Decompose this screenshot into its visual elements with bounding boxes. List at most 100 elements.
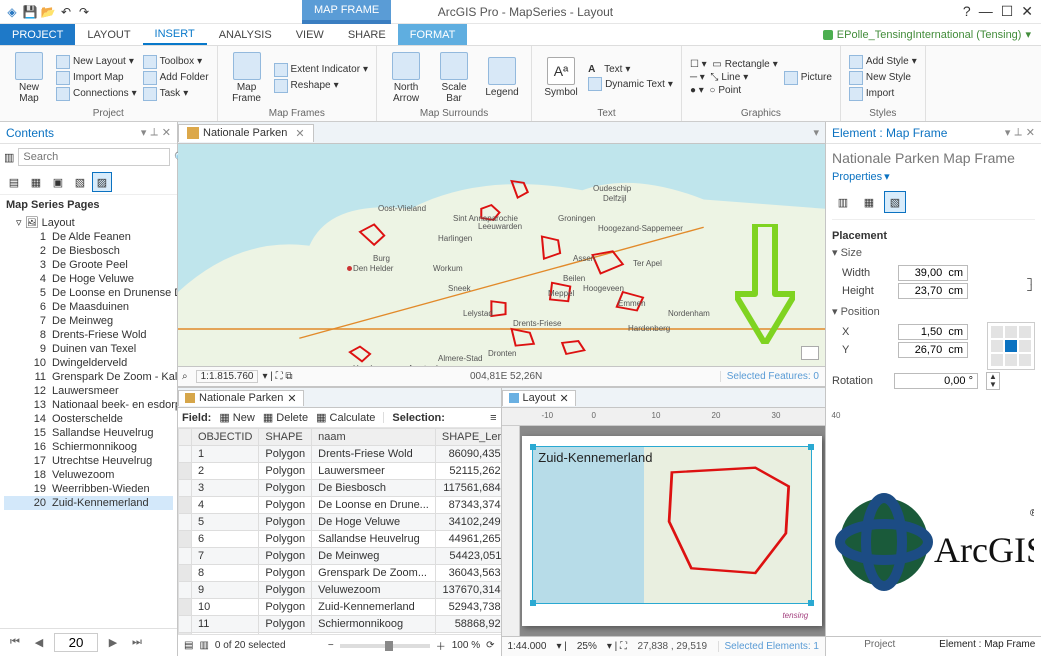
layout-title-text[interactable]: Zuid-Kennemerland [538,450,652,465]
page-item[interactable]: 9Duinen van Texel [4,342,173,356]
tab-share[interactable]: SHARE [336,24,398,45]
page-item[interactable]: 11Grenspark De Zoom - Kalmthouts [4,370,173,384]
page-item[interactable]: 7De Meinweg [4,314,173,328]
field-calculate-button[interactable]: ▦ Calculate [316,411,375,424]
close-attr-tab-icon[interactable]: ✕ [287,392,296,405]
x-input[interactable] [898,324,968,340]
page-item[interactable]: 2De Biesbosch [4,244,173,258]
north-arrow-button[interactable]: North Arrow [385,48,427,107]
placement-size-icon[interactable]: ▧ [884,191,906,213]
properties-link[interactable]: Properties ▾ [832,170,1035,183]
page-item[interactable]: 12Lauwersmeer [4,384,173,398]
display-options-icon[interactable]: ▥ [832,191,854,213]
tab-layout[interactable]: LAYOUT [75,24,142,45]
new-map-button[interactable]: New Map [8,48,50,107]
table-row[interactable]: 4PolygonDe Loonse en Drune...87343,37499… [179,497,501,514]
table-row[interactable]: 10PolygonZuid-Kennemerland52943,73806438… [179,599,501,616]
tab-insert[interactable]: INSERT [143,24,207,45]
page-item[interactable]: 8Drents-Friese Wold [4,328,173,342]
page-item[interactable]: 20Zuid-Kennemerland [4,496,173,510]
rotation-input[interactable] [894,373,978,389]
zoom-slider[interactable] [340,644,430,648]
field-delete-button[interactable]: ▦ Delete [263,411,308,424]
reshape-button[interactable]: Reshape ▾ [274,79,369,93]
page-item[interactable]: 18Veluwezoom [4,468,173,482]
extent-indicator-button[interactable]: Extent Indicator ▾ [274,63,369,77]
point-button[interactable]: ● ▾ ○ Point [690,85,778,96]
list-by-labeling-icon[interactable]: ▧ [70,172,90,192]
legend-button[interactable]: Legend [481,48,523,107]
maximize-icon[interactable]: ☐ [1001,3,1014,20]
elpane-options-icon[interactable]: ▾ [1005,126,1011,139]
page-item[interactable]: 6De Maasduinen [4,300,173,314]
table-row[interactable]: 8PolygonGrenspark De Zoom...36043,563103… [179,565,501,582]
refresh-icon[interactable]: ⟳ [486,640,494,651]
width-input[interactable] [898,265,968,281]
toolbox-button[interactable]: Toolbox ▾ [143,55,209,69]
tab-menu-icon[interactable]: ▾ [807,126,825,139]
open-icon[interactable]: 📂 [40,4,56,20]
view-selected-icon[interactable]: ▥ [199,640,208,651]
selected-elements-label[interactable]: Selected Elements: 1 [718,641,820,652]
right-tab-element[interactable]: Element : Map Frame [934,637,1041,656]
attr-menu-icon[interactable]: ≡ [490,412,496,424]
table-row[interactable]: 11PolygonSchiermonnikoog58868,92546614 [179,616,501,633]
picture-button[interactable]: Picture [784,71,832,85]
doc-tab-nationale-parken[interactable]: Nationale Parken ✕ [178,124,314,142]
attr-tab-nationale-parken[interactable]: Nationale Parken✕ [178,390,304,406]
page-item[interactable]: 4De Hoge Veluwe [4,272,173,286]
connections-button[interactable]: Connections ▾ [56,87,137,101]
right-tab-project[interactable]: Project [826,637,934,656]
overview-icon[interactable] [801,346,819,360]
page-item[interactable]: 1De Alde Feanen [4,230,173,244]
tab-project[interactable]: PROJECT [0,24,75,45]
text-button[interactable]: A Text ▾ [588,64,673,75]
nav-next-icon[interactable]: ▶ [104,636,122,649]
layout-tab[interactable]: Layout✕ [502,390,576,406]
task-button[interactable]: Task ▾ [143,87,209,101]
map-frame-button[interactable]: Map Frame [226,48,268,107]
page-item[interactable]: 5De Loonse en Drunense Duinen [4,286,173,300]
close-icon[interactable]: ✕ [1021,3,1033,20]
pane-close-icon[interactable]: ✕ [162,126,171,139]
y-input[interactable] [898,342,968,358]
search-input[interactable] [18,148,170,166]
scale-box[interactable]: 1:1.815.760 [196,370,259,383]
field-new-button[interactable]: ▦ New [219,411,254,424]
nav-prev-icon[interactable]: ◀ [30,636,48,649]
page-tree[interactable]: ▿ 🖼 Layout1De Alde Feanen2De Biesbosch3D… [0,215,177,628]
pane-options-icon[interactable]: ▾ [141,126,147,139]
user-area[interactable]: EPolle_TensingInternational (Tensing) ▾ [813,24,1041,45]
app-icon[interactable]: ◈ [4,4,20,20]
elpane-pin-icon[interactable]: ⟂ [1014,126,1021,139]
nav-first-icon[interactable]: ⏮ [6,636,24,649]
table-row[interactable]: 3PolygonDe Biesbosch117561,684545898 [179,480,501,497]
rotation-stepper[interactable]: ▲▼ [986,372,1000,390]
tab-analysis[interactable]: ANALYSIS [207,24,284,45]
link-dims-icon[interactable]: ┐┘ [1027,263,1035,297]
line-button[interactable]: ─ ▾ ⤡ Line ▾ [690,72,778,83]
tab-format[interactable]: FORMAT [398,24,468,45]
page-item[interactable]: 3De Groote Peel [4,258,173,272]
page-item[interactable]: 10Dwingelderveld [4,356,173,370]
undo-icon[interactable]: ↶ [58,4,74,20]
table-row[interactable]: 5PolygonDe Hoge Veluwe34102,249624510 [179,514,501,531]
import-map-button[interactable]: Import Map [56,71,137,85]
table-row[interactable]: 2PolygonLauwersmeer52115,262944600 [179,463,501,480]
tab-view[interactable]: VIEW [284,24,336,45]
list-by-selection-icon[interactable]: ▣ [48,172,68,192]
dynamic-text-button[interactable]: Dynamic Text ▾ [588,77,673,91]
map-frame-element[interactable] [532,446,812,604]
height-input[interactable] [898,283,968,299]
symbol-button[interactable]: AªSymbol [540,48,582,107]
table-row[interactable]: 9PolygonVeluwezoom137670,314714101 [179,582,501,599]
new-layout-button[interactable]: New Layout ▾ [56,55,137,69]
minimize-icon[interactable]: — [979,3,993,20]
selected-features-label[interactable]: Selected Features: 0 [720,371,825,382]
add-style-button[interactable]: Add Style ▾ [849,55,917,69]
table-row[interactable]: 1PolygonDrents-Friese Wold86090,43518655… [179,446,501,463]
layout-zoom[interactable]: 25% [577,641,597,652]
close-tab-icon[interactable]: ✕ [295,127,304,140]
table-row[interactable]: 7PolygonDe Meinweg54423,051411200 [179,548,501,565]
table-row[interactable]: 6PolygonSallandse Heuvelrug44961,2651932… [179,531,501,548]
